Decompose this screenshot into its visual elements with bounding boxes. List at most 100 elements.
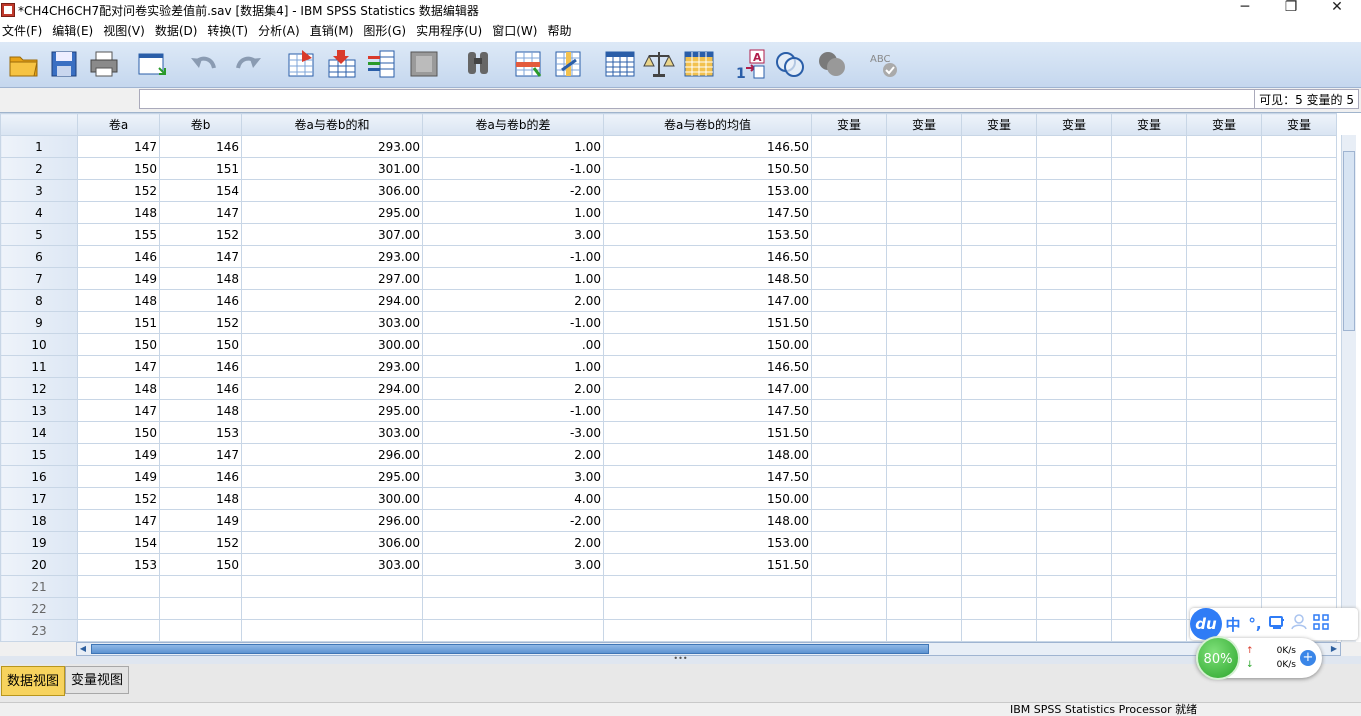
data-cell[interactable]	[1186, 311, 1262, 334]
column-header-1[interactable]: 卷a	[77, 113, 160, 136]
data-cell[interactable]: 150.50	[603, 157, 812, 180]
row-header[interactable]: 3	[0, 179, 78, 202]
data-cell[interactable]	[1186, 201, 1262, 224]
data-cell[interactable]: 2.00	[422, 377, 604, 400]
data-cell[interactable]: 147	[159, 245, 242, 268]
data-cell[interactable]: 147	[159, 201, 242, 224]
data-cell[interactable]	[1111, 399, 1187, 422]
column-header-empty-var[interactable]: 变量	[886, 113, 962, 136]
data-cell[interactable]	[811, 201, 887, 224]
data-cell[interactable]: 146	[159, 355, 242, 378]
data-cell[interactable]: -3.00	[422, 421, 604, 444]
data-cell[interactable]: 2.00	[422, 289, 604, 312]
data-cell[interactable]	[1036, 201, 1112, 224]
cell-value-input[interactable]	[139, 89, 1256, 109]
row-header[interactable]: 9	[0, 311, 78, 334]
data-cell[interactable]	[1261, 465, 1337, 488]
data-cell[interactable]	[1261, 531, 1337, 554]
data-cell[interactable]: 147	[77, 355, 160, 378]
data-cell[interactable]	[1111, 289, 1187, 312]
data-cell[interactable]: 147.00	[603, 377, 812, 400]
horizontal-scrollbar[interactable]: ◀ ▶	[76, 642, 1341, 656]
data-cell[interactable]: 295.00	[241, 399, 423, 422]
column-header-4[interactable]: 卷a与卷b的差	[422, 113, 604, 136]
user-icon[interactable]	[1288, 614, 1310, 634]
data-cell[interactable]	[961, 267, 1037, 290]
data-cell[interactable]	[886, 289, 962, 312]
insert-variable-icon[interactable]	[552, 48, 584, 80]
data-cell[interactable]: 149	[159, 509, 242, 532]
value-labels-icon[interactable]: A1	[734, 48, 766, 82]
data-cell[interactable]	[961, 201, 1037, 224]
menu-item-10[interactable]: 帮助	[545, 20, 579, 42]
row-header[interactable]: 16	[0, 465, 78, 488]
data-cell[interactable]	[961, 289, 1037, 312]
variables-icon[interactable]	[366, 48, 398, 80]
data-cell[interactable]: 297.00	[241, 267, 423, 290]
data-cell-empty[interactable]	[886, 619, 962, 642]
data-cell[interactable]	[886, 399, 962, 422]
data-cell-empty[interactable]	[422, 575, 604, 598]
data-cell-empty[interactable]	[77, 619, 160, 642]
data-cell[interactable]	[1036, 135, 1112, 158]
data-cell-empty[interactable]	[1111, 619, 1187, 642]
data-cell-empty[interactable]	[1036, 619, 1112, 642]
data-cell[interactable]	[1261, 443, 1337, 466]
data-cell[interactable]: 294.00	[241, 377, 423, 400]
data-cell-empty[interactable]	[1111, 575, 1187, 598]
data-cell[interactable]: 152	[77, 179, 160, 202]
data-cell[interactable]	[1186, 465, 1262, 488]
data-cell[interactable]	[1036, 443, 1112, 466]
cell-reference-box[interactable]	[1, 89, 138, 109]
data-cell[interactable]	[1036, 157, 1112, 180]
data-cell-empty[interactable]	[1186, 575, 1262, 598]
data-cell[interactable]	[1261, 289, 1337, 312]
data-cell[interactable]	[886, 531, 962, 554]
data-cell[interactable]: 147	[77, 135, 160, 158]
data-cell-empty[interactable]	[159, 619, 242, 642]
data-cell[interactable]	[1036, 289, 1112, 312]
find-icon[interactable]	[462, 48, 494, 80]
data-cell[interactable]	[1261, 421, 1337, 444]
data-cell[interactable]	[1186, 179, 1262, 202]
data-cell-empty[interactable]	[603, 619, 812, 642]
data-cell-empty[interactable]	[811, 619, 887, 642]
data-cell[interactable]	[811, 179, 887, 202]
insert-cases-icon[interactable]	[512, 48, 544, 80]
data-cell[interactable]	[1111, 267, 1187, 290]
data-cell[interactable]	[1036, 531, 1112, 554]
data-cell[interactable]	[886, 267, 962, 290]
column-header-empty-var[interactable]: 变量	[1261, 113, 1337, 136]
row-header[interactable]: 15	[0, 443, 78, 466]
dialog-recall-icon[interactable]	[137, 48, 169, 80]
data-cell[interactable]	[1036, 245, 1112, 268]
data-cell[interactable]: -1.00	[422, 399, 604, 422]
tab-data-view[interactable]: 数据视图	[1, 666, 66, 696]
data-cell[interactable]	[811, 553, 887, 576]
data-cell-empty[interactable]	[159, 575, 242, 598]
data-cell[interactable]	[811, 355, 887, 378]
data-cell[interactable]	[1111, 135, 1187, 158]
data-cell[interactable]	[961, 487, 1037, 510]
data-cell[interactable]: 303.00	[241, 311, 423, 334]
show-all-variables-icon[interactable]	[816, 48, 848, 80]
data-cell[interactable]	[811, 399, 887, 422]
data-cell[interactable]	[961, 245, 1037, 268]
data-cell[interactable]	[1261, 377, 1337, 400]
data-cell[interactable]	[1036, 487, 1112, 510]
data-cell[interactable]	[1111, 157, 1187, 180]
data-cell[interactable]	[886, 487, 962, 510]
data-cell[interactable]: 296.00	[241, 509, 423, 532]
data-cell[interactable]: 295.00	[241, 465, 423, 488]
grid-corner[interactable]	[0, 113, 78, 136]
data-cell[interactable]	[1186, 377, 1262, 400]
data-cell[interactable]	[811, 289, 887, 312]
data-cell[interactable]	[1111, 201, 1187, 224]
data-cell[interactable]	[886, 157, 962, 180]
data-cell[interactable]: 148	[77, 289, 160, 312]
data-cell[interactable]: -1.00	[422, 157, 604, 180]
data-cell-empty[interactable]	[241, 597, 423, 620]
weight-cases-icon[interactable]	[643, 48, 675, 80]
data-cell[interactable]: 150.00	[603, 487, 812, 510]
data-cell[interactable]	[811, 377, 887, 400]
